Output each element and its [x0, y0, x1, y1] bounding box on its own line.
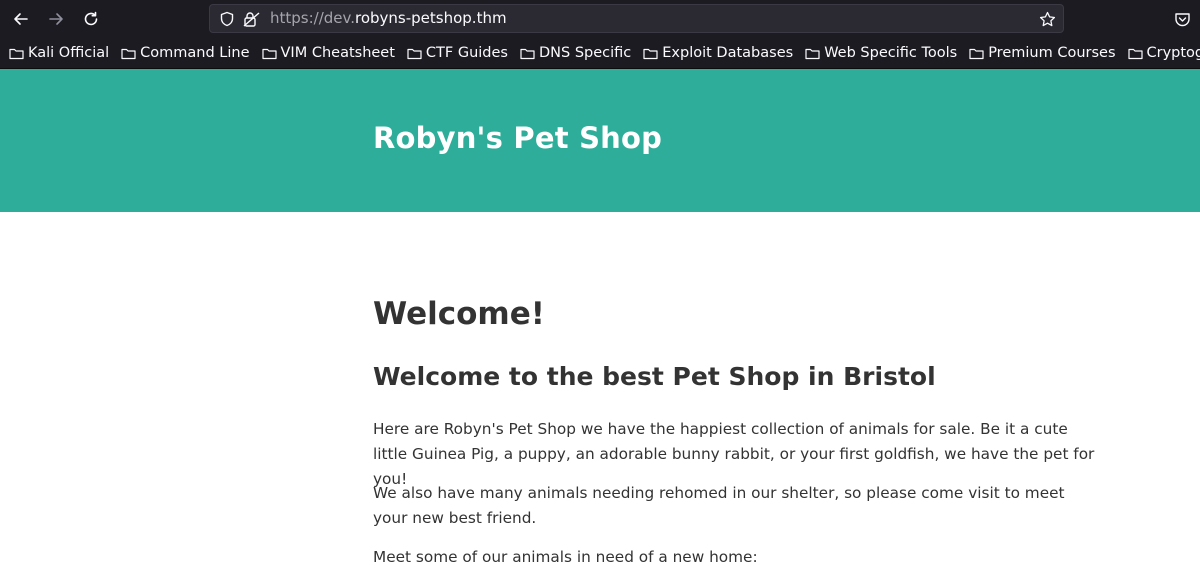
- bookmark-web-specific-tools[interactable]: Web Specific Tools: [805, 45, 957, 61]
- page-heading: Welcome!: [373, 296, 545, 332]
- page-subheading: Welcome to the best Pet Shop in Bristol: [373, 362, 936, 391]
- bookmark-command-line[interactable]: Command Line: [121, 45, 250, 61]
- bookmark-label: Cryptography: [1146, 45, 1200, 61]
- url-text[interactable]: https://dev.robyns-petshop.thm: [270, 5, 507, 32]
- folder-icon: [121, 48, 136, 59]
- bookmark-label: VIM Cheatsheet: [280, 45, 395, 61]
- reload-button[interactable]: [80, 8, 102, 30]
- bookmark-label: Premium Courses: [988, 45, 1116, 61]
- animals-paragraph: Meet some of our animals in need of a ne…: [373, 548, 758, 566]
- bookmark-vim-cheatsheet[interactable]: VIM Cheatsheet: [261, 45, 395, 61]
- folder-icon: [9, 48, 24, 59]
- pocket-icon: [1174, 12, 1190, 26]
- star-icon[interactable]: [1039, 11, 1056, 28]
- shelter-paragraph: We also have many animals needing rehome…: [373, 484, 1065, 527]
- folder-icon: [261, 48, 277, 59]
- insecure-lock-icon[interactable]: [243, 11, 261, 27]
- address-bar[interactable]: https://dev.robyns-petshop.thm: [209, 4, 1064, 33]
- browser-toolbar: https://dev.robyns-petshop.thm: [0, 0, 1200, 38]
- folder-icon: [1127, 48, 1143, 59]
- forward-button[interactable]: [45, 8, 67, 30]
- bookmark-premium-courses[interactable]: Premium Courses: [969, 45, 1116, 61]
- url-domain: robyns-petshop.thm: [355, 9, 507, 27]
- bookmark-ctf-guides[interactable]: CTF Guides: [407, 45, 508, 61]
- pocket-button[interactable]: [1171, 8, 1193, 30]
- bookmark-label: DNS Specific: [539, 45, 632, 61]
- bookmark-label: Kali Official: [28, 45, 110, 61]
- reload-icon: [84, 11, 98, 26]
- folder-icon: [969, 48, 984, 59]
- arrow-left-icon: [14, 13, 28, 25]
- bookmark-label: Exploit Databases: [662, 45, 794, 61]
- bookmarks-toolbar: Kali Official Command Line VIM Cheatshee…: [0, 38, 1200, 69]
- back-button[interactable]: [10, 8, 32, 30]
- arrow-right-icon: [49, 13, 63, 25]
- bookmark-cryptography[interactable]: Cryptography: [1127, 45, 1200, 61]
- bookmark-label: CTF Guides: [425, 45, 508, 61]
- bookmark-label: Web Specific Tools: [824, 45, 958, 61]
- folder-icon: [643, 48, 658, 59]
- folder-icon: [407, 48, 422, 59]
- bookmark-dns-specific[interactable]: DNS Specific: [520, 45, 631, 61]
- bookmark-label: Command Line: [140, 45, 250, 61]
- bookmark-exploit-databases[interactable]: Exploit Databases: [643, 45, 793, 61]
- url-prefix: https://dev.: [270, 9, 355, 27]
- folder-icon: [805, 48, 820, 59]
- site-title[interactable]: Robyn's Pet Shop: [373, 121, 662, 155]
- site-header: Robyn's Pet Shop: [0, 69, 1200, 212]
- shield-icon: [220, 11, 234, 27]
- bookmark-kali-official[interactable]: Kali Official: [9, 45, 109, 61]
- folder-icon: [520, 48, 535, 59]
